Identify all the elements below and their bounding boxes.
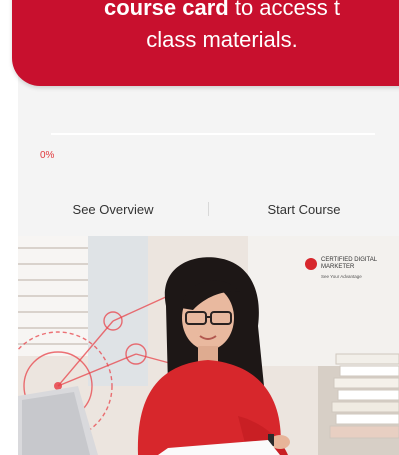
onboarding-tooltip: course card to access t class materials. [12, 0, 399, 86]
badge-tagline: See Your Advantage [321, 274, 362, 279]
tooltip-line1: course card to access t [12, 0, 399, 24]
tooltip-rest-line1: to access t [228, 0, 340, 20]
see-overview-button[interactable]: See Overview [18, 202, 208, 217]
badge-line2: MARKETER [321, 264, 355, 270]
progress-bar [51, 133, 375, 135]
tooltip-text: course card to access t class materials. [12, 0, 399, 56]
course-actions: See Overview Start Course [18, 192, 399, 226]
tooltip-line2: class materials. [146, 27, 298, 52]
progress-label: 0% [40, 150, 55, 161]
course-image-illustration: CERTIFIED DIGITAL MARKETER See Your Adva… [18, 236, 399, 455]
badge-line1: CERTIFIED DIGITAL [321, 257, 378, 263]
tooltip-bold: course card [103, 0, 229, 20]
course-image[interactable]: CERTIFIED DIGITAL MARKETER See Your Adva… [18, 236, 399, 455]
page: 0% See Overview Start Course CERTIFIED D… [0, 0, 399, 455]
start-course-button[interactable]: Start Course [209, 202, 399, 217]
